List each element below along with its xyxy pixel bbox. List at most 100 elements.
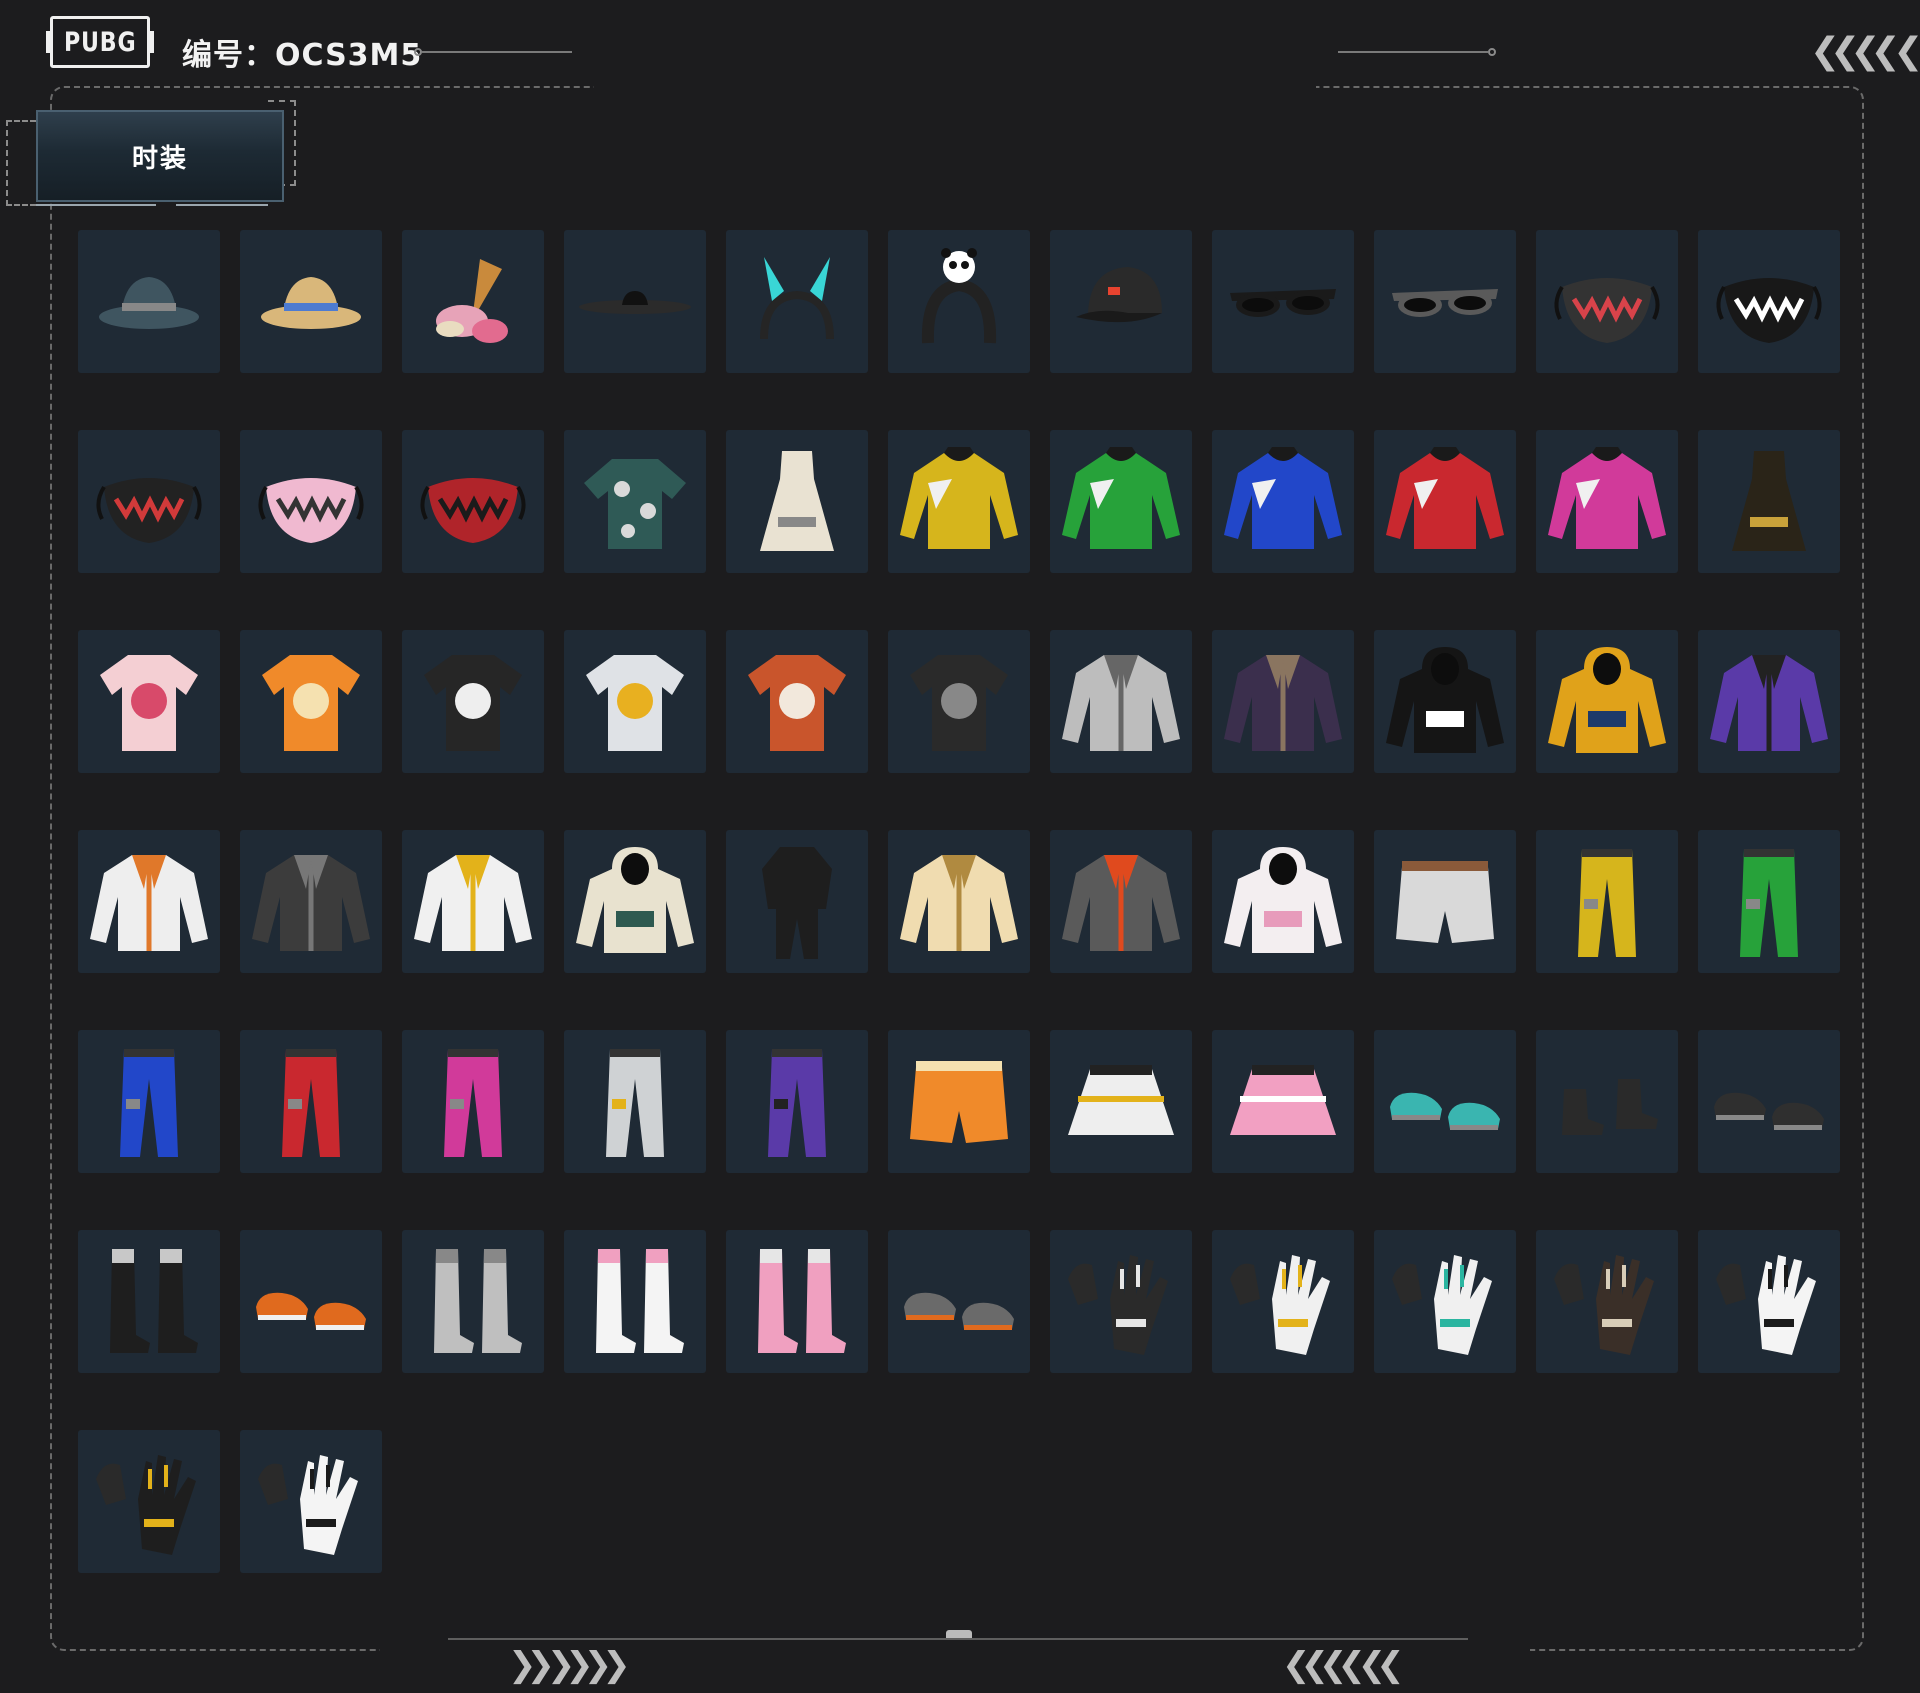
item-slot[interactable] [1374,230,1516,373]
item-slot[interactable] [888,830,1030,973]
yellow-moto-gloves-icon [1230,1254,1330,1355]
orange-sneakers-icon [256,1292,366,1330]
pubg-logo: PUBG [46,16,154,68]
yellow-jersey-icon [900,446,1018,549]
qipao-dress-icon [1732,450,1806,551]
purple-leather-jacket-icon [1224,654,1342,751]
frame-gap-top [594,80,1316,92]
header-line-dot-left [414,48,422,56]
item-slot[interactable] [402,1230,544,1373]
item-slot[interactable] [888,630,1030,773]
item-slot[interactable] [240,1430,382,1573]
item-slot[interactable] [240,230,382,373]
serial-number: 编号：OCS3M5 [182,38,423,73]
item-slot[interactable] [402,630,544,773]
item-slot[interactable] [78,630,220,773]
item-slot[interactable] [564,230,706,373]
item-slot[interactable] [1374,430,1516,573]
footer-chevrons-right-icon: ❮❮❮❮ ❮❮ [1282,1645,1405,1685]
item-slot[interactable] [1698,1230,1840,1373]
item-slot[interactable] [240,630,382,773]
header-line-left [422,51,572,53]
item-slot[interactable] [1536,430,1678,573]
item-slot[interactable] [726,1230,868,1373]
item-slot[interactable] [240,430,382,573]
item-slot[interactable] [1374,1230,1516,1373]
item-slot[interactable] [402,830,544,973]
item-slot[interactable] [888,1030,1030,1173]
item-slot[interactable] [402,230,544,373]
item-slot[interactable] [1212,630,1354,773]
footer-chevrons-left-icon: ❯❯ ❯❯❯❯ [508,1645,631,1685]
item-slot[interactable] [1212,1230,1354,1373]
item-slot[interactable] [78,1430,220,1573]
pink-face-mask-icon [258,477,364,543]
item-slot[interactable] [402,1030,544,1173]
item-slot[interactable] [1374,630,1516,773]
pink-fishnet-boots-icon [758,1248,846,1353]
item-slot[interactable] [1050,230,1192,373]
item-slot[interactable] [1698,430,1840,573]
item-slot[interactable] [1050,1030,1192,1173]
item-slot[interactable] [240,1230,382,1373]
tab-costume[interactable]: 时装 [36,110,284,202]
item-slot[interactable] [402,430,544,573]
item-slot[interactable] [1698,230,1840,373]
item-slot[interactable] [1536,830,1678,973]
item-slot[interactable] [564,830,706,973]
item-slot[interactable] [564,430,706,573]
item-slot[interactable] [78,1030,220,1173]
item-slot[interactable] [726,830,868,973]
tab-outline [6,120,36,206]
item-slot[interactable] [1212,230,1354,373]
item-slot[interactable] [1536,1230,1678,1373]
item-slot[interactable] [1050,830,1192,973]
item-slot[interactable] [726,430,868,573]
logo-text: PUBG [63,26,137,58]
item-slot[interactable] [1212,830,1354,973]
fur-boots-icon [110,1248,198,1353]
winner-tshirt-icon [910,654,1008,751]
blue-pants-icon [120,1048,178,1157]
item-slot[interactable] [1536,1030,1678,1173]
item-slot[interactable] [1374,1030,1516,1173]
item-slot[interactable] [240,1030,382,1173]
item-slot[interactable] [888,430,1030,573]
item-slot[interactable] [564,630,706,773]
item-slot[interactable] [726,1030,868,1173]
item-slot[interactable] [726,630,868,773]
item-slot[interactable] [1698,1030,1840,1173]
scroll-handle[interactable] [946,1630,972,1638]
yellow-pants-icon [1578,848,1636,957]
item-slot[interactable] [78,1230,220,1373]
item-slot[interactable] [726,230,868,373]
item-slot[interactable] [888,230,1030,373]
green-jersey-icon [1062,446,1180,549]
straw-hat-icon [261,276,361,329]
category-tab-group: 时装 [6,100,296,212]
item-slot[interactable] [564,1030,706,1173]
item-slot[interactable] [78,430,220,573]
item-slot[interactable] [1050,630,1192,773]
item-slot[interactable] [78,230,220,373]
item-slot[interactable] [1536,630,1678,773]
item-slot[interactable] [240,830,382,973]
pink-white-hoodie-icon [1224,846,1342,953]
teal-moto-gloves-icon [1392,1254,1492,1355]
baseball-cap-icon [1076,266,1162,322]
item-slot[interactable] [1050,1230,1192,1373]
white-pleated-skirt-icon [1068,1064,1174,1135]
red-jersey-icon [1386,446,1504,549]
item-slot[interactable] [1698,830,1840,973]
item-slot[interactable] [888,1230,1030,1373]
panda-gloves-icon [258,1454,358,1555]
item-slot[interactable] [1212,1030,1354,1173]
red-demon-mask-icon [420,477,526,543]
item-slot[interactable] [564,1230,706,1373]
item-slot[interactable] [1374,830,1516,973]
item-slot[interactable] [78,830,220,973]
item-slot[interactable] [1212,430,1354,573]
item-slot[interactable] [1536,230,1678,373]
item-slot[interactable] [1698,630,1840,773]
item-slot[interactable] [1050,430,1192,573]
